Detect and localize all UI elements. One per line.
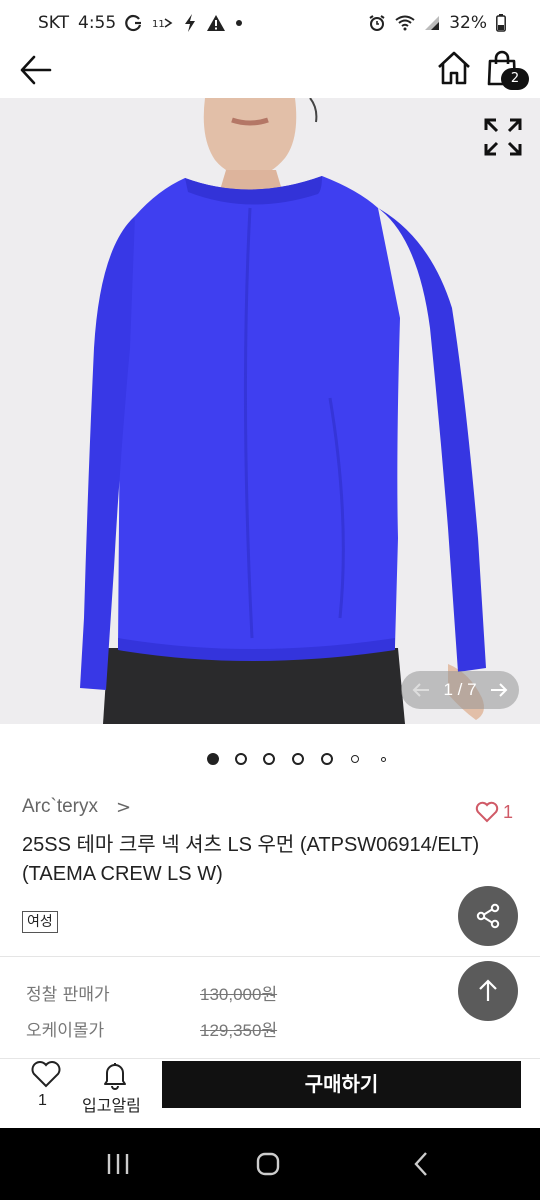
carousel-dot[interactable] xyxy=(380,756,386,762)
bell-icon xyxy=(104,1063,126,1090)
wishlist-count: 1 xyxy=(38,1092,47,1109)
carousel-dots xyxy=(0,750,540,768)
carousel-dot[interactable] xyxy=(321,753,333,765)
product-title: 25SS 테마 크루 넥 셔츠 LS 우먼 (ATPSW06914/ELT) (… xyxy=(22,831,522,889)
home-circle-icon[interactable] xyxy=(254,1150,282,1178)
brand-link[interactable]: Arc`teryx xyxy=(22,796,98,818)
share-button[interactable] xyxy=(458,886,518,946)
gender-tag: 여성 xyxy=(22,911,58,933)
product-image[interactable] xyxy=(0,98,540,724)
list-price-label: 정찰 판매가 xyxy=(26,985,110,1005)
status-right: 32% xyxy=(368,13,506,33)
like-count: 1 xyxy=(503,801,514,822)
battery-percent: 32% xyxy=(449,13,487,33)
cart-count-badge: 2 xyxy=(501,68,529,90)
carousel-dot[interactable] xyxy=(263,753,275,765)
system-back-icon[interactable] xyxy=(408,1150,436,1178)
warning-icon xyxy=(207,15,226,31)
home-icon xyxy=(438,51,470,85)
arrow-up-icon xyxy=(479,979,497,1001)
carousel-dot[interactable] xyxy=(351,755,359,763)
alarm-icon xyxy=(369,15,385,31)
section-divider xyxy=(0,956,540,957)
product-title-line-2: (TAEMA CREW LS W) xyxy=(22,863,223,885)
pager-text: 1 / 7 xyxy=(443,680,477,699)
status-bar: SKT 4:55 11 32% xyxy=(0,0,540,46)
list-price-value: 130,000원 xyxy=(200,985,278,1004)
like-button[interactable]: 1 xyxy=(475,801,513,823)
svg-text:11: 11 xyxy=(152,19,165,30)
product-title-line-1: 25SS 테마 크루 넥 셔츠 LS 우먼 (ATPSW06914/ELT) xyxy=(22,834,480,856)
notification-dot-icon xyxy=(236,20,243,26)
recent-apps-icon[interactable] xyxy=(104,1150,132,1178)
back-button[interactable] xyxy=(18,50,58,90)
network-icon: 11 xyxy=(152,18,173,30)
wifi-icon xyxy=(395,15,415,31)
carousel-dot[interactable] xyxy=(292,753,304,765)
signal-icon xyxy=(425,16,440,30)
status-left: SKT 4:55 11 xyxy=(38,13,243,33)
restock-alert-label: 입고알림 xyxy=(82,1096,141,1115)
back-arrow-icon xyxy=(20,55,52,85)
product-photo xyxy=(0,98,540,724)
home-button[interactable] xyxy=(434,48,474,88)
carousel-dot[interactable] xyxy=(235,753,247,765)
mall-price-value: 129,350원 xyxy=(200,1021,278,1040)
fullscreen-button[interactable] xyxy=(484,118,522,156)
sync-icon xyxy=(125,14,142,32)
next-arrow-icon[interactable] xyxy=(489,680,509,700)
system-navigation-bar xyxy=(0,1128,540,1200)
heart-icon xyxy=(475,801,499,823)
wishlist-heart-icon xyxy=(31,1061,61,1088)
battery-icon xyxy=(496,14,506,32)
clock: 4:55 xyxy=(78,13,117,33)
flash-icon xyxy=(185,14,196,32)
prev-arrow-icon[interactable] xyxy=(411,680,431,700)
carousel-dot[interactable] xyxy=(207,753,219,765)
share-icon xyxy=(476,903,500,929)
buy-button[interactable]: 구매하기 xyxy=(162,1061,521,1108)
carrier-label: SKT xyxy=(38,13,70,33)
image-pager: 1 / 7 xyxy=(401,671,519,709)
expand-icon xyxy=(484,118,522,156)
top-nav xyxy=(0,46,540,98)
mall-price-label: 오케이몰가 xyxy=(26,1021,105,1041)
scroll-to-top-button[interactable] xyxy=(458,961,518,1021)
brand-chevron-icon: > xyxy=(116,797,132,818)
